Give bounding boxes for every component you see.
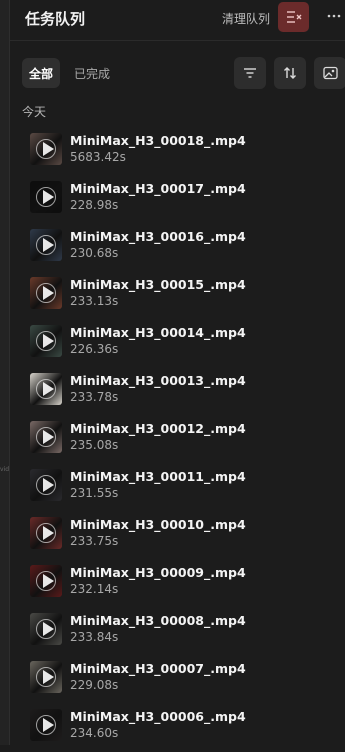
task-filename: MiniMax_H3_00008_.mp4 [70, 613, 246, 628]
task-filename: MiniMax_H3_00009_.mp4 [70, 565, 246, 580]
video-thumbnail[interactable] [30, 325, 62, 357]
play-icon [43, 670, 54, 684]
video-thumbnail[interactable] [30, 517, 62, 549]
sort-button[interactable] [274, 57, 306, 89]
page-title: 任务队列 [25, 10, 86, 28]
task-duration: 226.36s [70, 342, 119, 356]
task-duration: 234.60s [70, 726, 119, 740]
task-item[interactable]: MiniMax_H3_00015_.mp4 233.13s [10, 272, 345, 320]
play-icon [43, 430, 54, 444]
play-icon [43, 334, 54, 348]
task-item[interactable]: MiniMax_H3_00011_.mp4 231.55s [10, 464, 345, 512]
play-icon [43, 382, 54, 396]
video-thumbnail[interactable] [30, 133, 62, 165]
more-options-button[interactable] [324, 6, 344, 26]
task-filename: MiniMax_H3_00017_.mp4 [70, 181, 246, 196]
clear-queue-button[interactable] [278, 2, 309, 32]
sort-icon [284, 67, 296, 79]
tab-all[interactable]: 全部 [22, 58, 60, 88]
play-icon [43, 622, 54, 636]
task-filename: MiniMax_H3_00013_.mp4 [70, 373, 246, 388]
section-today: 今天 [22, 105, 47, 119]
tab-completed[interactable]: 已完成 [74, 65, 110, 82]
image-view-button[interactable] [314, 57, 345, 89]
task-filename: MiniMax_H3_00010_.mp4 [70, 517, 246, 532]
play-icon [43, 238, 54, 252]
task-item[interactable]: MiniMax_H3_00016_.mp4 230.68s [10, 224, 345, 272]
clear-queue-label[interactable]: 清理队列 [222, 10, 270, 27]
task-item[interactable]: MiniMax_H3_00012_.mp4 235.08s [10, 416, 345, 464]
task-item[interactable]: MiniMax_H3_00007_.mp4 229.08s [10, 656, 345, 704]
task-item[interactable]: MiniMax_H3_00014_.mp4 226.36s [10, 320, 345, 368]
header-divider [10, 40, 345, 41]
task-duration: 235.08s [70, 438, 119, 452]
panel-header: 任务队列 清理队列 [10, 0, 345, 36]
task-filename: MiniMax_H3_00011_.mp4 [70, 469, 246, 484]
task-item[interactable]: MiniMax_H3_00010_.mp4 233.75s [10, 512, 345, 560]
task-duration: 233.78s [70, 390, 119, 404]
video-thumbnail[interactable] [30, 613, 62, 645]
task-item[interactable]: MiniMax_H3_00008_.mp4 233.84s [10, 608, 345, 656]
left-edge-text: vid [0, 466, 9, 473]
video-thumbnail[interactable] [30, 373, 62, 405]
video-thumbnail[interactable] [30, 181, 62, 213]
left-panel-edge: vid [0, 0, 10, 745]
task-filename: MiniMax_H3_00016_.mp4 [70, 229, 246, 244]
task-filename: MiniMax_H3_00018_.mp4 [70, 133, 246, 148]
play-icon [43, 526, 54, 540]
play-icon [43, 142, 54, 156]
video-thumbnail[interactable] [30, 565, 62, 597]
task-duration: 231.55s [70, 486, 119, 500]
image-icon [322, 66, 338, 80]
task-filename: MiniMax_H3_00006_.mp4 [70, 709, 246, 724]
play-icon [43, 478, 54, 492]
task-item[interactable]: MiniMax_H3_00009_.mp4 232.14s [10, 560, 345, 608]
clear-list-icon [286, 11, 301, 23]
play-icon [43, 574, 54, 588]
video-thumbnail[interactable] [30, 229, 62, 261]
task-item[interactable]: MiniMax_H3_00017_.mp4 228.98s [10, 176, 345, 224]
task-filename: MiniMax_H3_00014_.mp4 [70, 325, 246, 340]
task-item[interactable]: MiniMax_H3_00013_.mp4 233.78s [10, 368, 345, 416]
video-thumbnail[interactable] [30, 709, 62, 741]
task-queue-panel: 任务队列 清理队列 全部 已完成 今天 MiniMax_H3_00018_.mp… [10, 0, 345, 745]
play-icon [43, 718, 54, 732]
more-horizontal-icon [327, 14, 341, 18]
play-icon [43, 286, 54, 300]
task-duration: 228.98s [70, 198, 119, 212]
video-thumbnail[interactable] [30, 421, 62, 453]
video-thumbnail[interactable] [30, 469, 62, 501]
task-duration: 229.08s [70, 678, 119, 692]
play-icon [43, 190, 54, 204]
filter-icon [244, 68, 256, 78]
task-duration: 233.84s [70, 630, 119, 644]
video-thumbnail[interactable] [30, 661, 62, 693]
task-duration: 233.75s [70, 534, 119, 548]
task-filename: MiniMax_H3_00012_.mp4 [70, 421, 246, 436]
task-filename: MiniMax_H3_00007_.mp4 [70, 661, 246, 676]
task-filename: MiniMax_H3_00015_.mp4 [70, 277, 246, 292]
task-duration: 230.68s [70, 246, 119, 260]
video-thumbnail[interactable] [30, 277, 62, 309]
task-duration: 232.14s [70, 582, 119, 596]
task-duration: 233.13s [70, 294, 119, 308]
filter-button[interactable] [234, 57, 266, 89]
task-duration: 5683.42s [70, 150, 126, 164]
task-item[interactable]: MiniMax_H3_00018_.mp4 5683.42s [10, 128, 345, 176]
